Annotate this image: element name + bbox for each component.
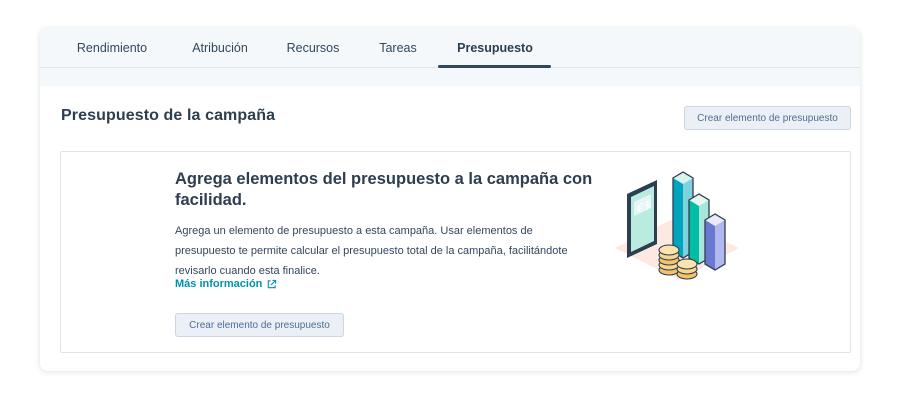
- tab-bar: Rendimiento Atribución Recursos Tareas P…: [40, 28, 860, 68]
- tab-atribucion[interactable]: Atribución: [182, 28, 258, 68]
- budget-chart-coins-illustration: €$: [615, 171, 739, 280]
- section-title: Presupuesto de la campaña: [61, 107, 276, 124]
- tab-tareas[interactable]: Tareas: [370, 28, 426, 68]
- create-budget-item-button[interactable]: Crear elemento de presupuesto: [684, 106, 851, 130]
- campaign-card: Rendimiento Atribución Recursos Tareas P…: [40, 28, 860, 371]
- tab-presupuesto[interactable]: Presupuesto: [440, 28, 550, 68]
- external-link-icon: [268, 279, 277, 288]
- tab-spacer: [40, 68, 860, 86]
- empty-state-heading: Agrega elementos del presupuesto a la ca…: [175, 170, 593, 209]
- learn-more-link[interactable]: Más información: [175, 278, 277, 290]
- tab-rendimiento[interactable]: Rendimiento: [68, 28, 156, 68]
- active-tab-indicator: [438, 65, 551, 68]
- create-budget-item-empty-button[interactable]: Crear elemento de presupuesto: [175, 313, 344, 337]
- learn-more-label: Más información: [175, 278, 263, 290]
- tab-recursos[interactable]: Recursos: [280, 28, 346, 68]
- empty-state-panel: Agrega elementos del presupuesto a la ca…: [60, 151, 851, 353]
- empty-state-description: Agrega un elemento de presupuesto a esta…: [175, 225, 568, 277]
